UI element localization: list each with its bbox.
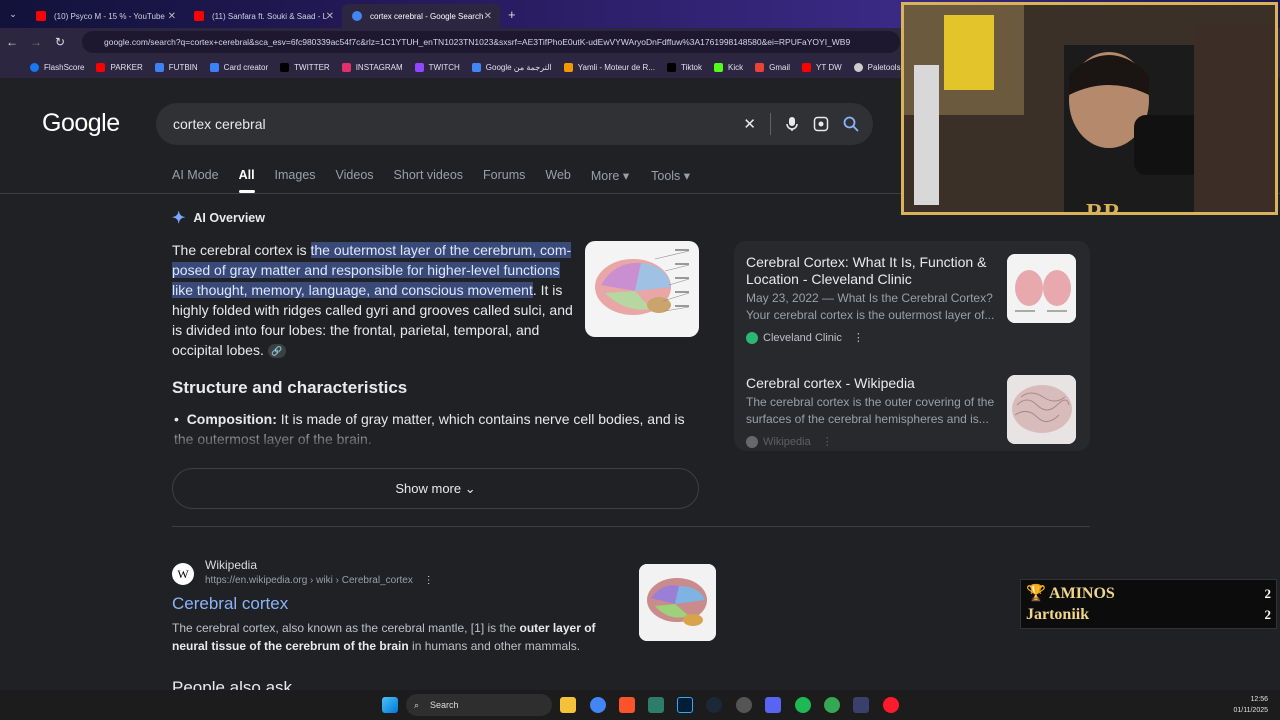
windows-taskbar: ⌕ Search 12:56 01/11/2025 (0, 690, 1280, 720)
bookmark-parker[interactable]: PARKER (96, 62, 143, 72)
google-icon (352, 11, 362, 21)
browser-tab-google[interactable]: cortex cerebral - Google Search ✕ (342, 4, 500, 28)
bookmark-tiktok[interactable]: Tiktok (666, 62, 702, 72)
bookmark-yt-dw[interactable]: YT DW (802, 62, 842, 72)
tab-tools[interactable]: Tools ▾ (651, 168, 690, 193)
score-row: 🏆 AMINOS 2 (1026, 585, 1271, 602)
result-url[interactable]: https://en.wikipedia.org › wiki › Cerebr… (205, 575, 434, 586)
tab-more[interactable]: More ▾ (591, 168, 629, 193)
bookmark-twitter[interactable]: TWITTER (280, 62, 330, 72)
brain-diagram-image[interactable] (585, 241, 699, 337)
youtube-icon (194, 11, 204, 21)
score-row: Jartoniik 2 (1026, 606, 1271, 623)
fade-overlay (160, 423, 720, 453)
bookmark-yamli[interactable]: Yamli - Moteur de R... (563, 62, 655, 72)
webcam-overlay: RR (901, 2, 1278, 215)
bookmark-flashscore[interactable]: FlashScore (30, 62, 84, 72)
bookmark-instagram[interactable]: INSTAGRAM (341, 62, 403, 72)
tab-web[interactable]: Web (545, 168, 570, 193)
youtube-icon (36, 11, 46, 21)
app-icon[interactable] (648, 697, 664, 713)
source-site: Wikipedia ⋮ (746, 435, 833, 448)
tab-search-icon[interactable]: ⌄ (0, 9, 26, 20)
brave-icon[interactable] (619, 697, 635, 713)
close-icon[interactable]: ✕ (326, 11, 334, 22)
wikipedia-thumbnail[interactable] (1007, 375, 1076, 444)
search-icon: ⌕ (414, 700, 420, 710)
more-vert-icon[interactable]: ⋮ (424, 575, 434, 586)
sparkle-icon: ✦ (172, 210, 186, 227)
close-icon[interactable]: ✕ (168, 11, 176, 22)
tab-ai-mode[interactable]: AI Mode (172, 168, 219, 193)
microphone-icon[interactable] (785, 116, 799, 132)
opera-icon[interactable] (883, 697, 899, 713)
tab-videos[interactable]: Videos (336, 168, 374, 193)
system-clock[interactable]: 12:56 01/11/2025 (1233, 694, 1268, 716)
source-snippet: The cerebral cortex is the outer coverin… (746, 395, 995, 426)
app-icon[interactable] (736, 697, 752, 713)
lens-icon[interactable] (813, 116, 829, 132)
people-also-ask-heading: People also ask (172, 678, 293, 690)
channel-logo: RR (1086, 200, 1121, 212)
cleveland-clinic-icon (746, 331, 758, 344)
source-site: Cleveland Clinic ⋮ (746, 331, 864, 344)
clear-icon[interactable]: ✕ (743, 115, 756, 133)
show-more-button[interactable]: Show more ⌄ (172, 468, 699, 509)
cleveland-thumbnail[interactable] (1007, 254, 1076, 323)
bookmark-futbin[interactable]: FUTBIN (154, 62, 198, 72)
result-site-name[interactable]: Wikipedia (205, 558, 257, 572)
tab-short-videos[interactable]: Short videos (394, 168, 463, 193)
more-vert-icon[interactable]: ⋮ (853, 331, 864, 344)
section-divider (172, 526, 1090, 527)
ai-overview-header: ✦ AI Overview (172, 210, 265, 227)
bookmark-twitch[interactable]: TWITCH (414, 62, 460, 72)
spotify-icon[interactable] (795, 697, 811, 713)
photoshop-icon[interactable] (677, 697, 693, 713)
search-tabs: AI Mode All Images Videos Short videos F… (172, 168, 710, 193)
close-icon[interactable]: ✕ (484, 11, 492, 22)
wikipedia-result-thumbnail[interactable] (639, 564, 716, 641)
structure-heading: Structure and characteristics (172, 378, 408, 397)
chrome-icon[interactable] (824, 697, 840, 713)
taskbar-search[interactable]: ⌕ Search (406, 694, 552, 716)
forward-icon[interactable]: → (24, 35, 48, 49)
result-snippet: The cerebral cortex, also known as the c… (172, 621, 596, 653)
browser-tab-youtube-1[interactable]: (10) Psyco M - 15 % - YouTube ✕ (26, 4, 184, 28)
discord-icon[interactable] (765, 697, 781, 713)
browser-tab-youtube-2[interactable]: (11) Sanfara ft. Souki & Saad - L ✕ (184, 4, 342, 28)
wikipedia-icon: W (172, 563, 194, 585)
back-icon[interactable]: ← (0, 35, 24, 49)
app-icon[interactable] (853, 697, 869, 713)
chrome-icon[interactable] (590, 697, 606, 713)
search-input[interactable]: cortex cerebral ✕ (156, 103, 873, 145)
reload-icon[interactable]: ↻ (48, 35, 72, 49)
windows-start-icon[interactable] (382, 697, 398, 713)
tab-images[interactable]: Images (275, 168, 316, 193)
bookmark-google-translate[interactable]: Google الترجمة من (471, 62, 552, 72)
bookmark-gmail[interactable]: Gmail (755, 62, 790, 72)
new-tab-button[interactable]: + (508, 7, 516, 22)
bookmark-paletools[interactable]: Paletools (853, 62, 901, 72)
search-icon[interactable] (843, 116, 859, 132)
chevron-down-icon: ⌄ (464, 481, 476, 496)
ai-sources-panel: Cerebral Cortex: What It Is, Function & … (734, 241, 1090, 451)
divider (770, 113, 771, 135)
link-icon[interactable]: 🔗 (267, 344, 286, 359)
bookmark-kick[interactable]: Kick (714, 62, 743, 72)
address-bar[interactable]: google.com/search?q=cortex+cerebral&sca_… (82, 31, 900, 53)
google-logo[interactable]: Google (42, 109, 120, 138)
source-title[interactable]: Cerebral Cortex: What It Is, Function & … (746, 254, 996, 288)
file-explorer-icon[interactable] (560, 697, 576, 713)
steam-icon[interactable] (706, 697, 722, 713)
tab-forums[interactable]: Forums (483, 168, 525, 193)
result-title-link[interactable]: Cerebral cortex (172, 594, 288, 614)
stream-score-overlay: 🏆 AMINOS 2 Jartoniik 2 (1020, 579, 1277, 629)
tab-all[interactable]: All (238, 168, 255, 193)
wikipedia-icon (746, 435, 758, 448)
source-title[interactable]: Cerebral cortex - Wikipedia (746, 375, 996, 392)
bookmark-card-creator[interactable]: Card creator (209, 62, 268, 72)
source-snippet: May 23, 2022 — What Is the Cerebral Cort… (746, 291, 995, 322)
ai-overview-text: The cerebral cortex is the outermost lay… (172, 242, 573, 359)
more-vert-icon[interactable]: ⋮ (822, 435, 833, 448)
